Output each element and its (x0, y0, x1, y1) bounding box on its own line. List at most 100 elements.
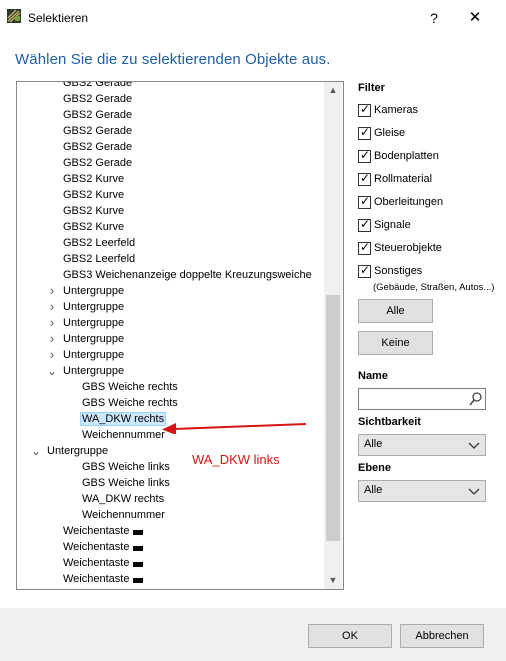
tree-item-label: GBS2 Gerade (63, 141, 133, 153)
checkmark-icon: ✓ (360, 125, 371, 139)
chevron-down-icon[interactable]: ⌄ (46, 363, 58, 379)
visibility-select[interactable]: Alle (358, 434, 486, 456)
tree-item-label: GBS2 Gerade (63, 93, 133, 105)
tree-item[interactable]: Weichentaste (61, 571, 144, 587)
checkbox[interactable]: ✓ (358, 102, 371, 117)
tree-item-label: GBS2 Gerade (63, 125, 133, 137)
chevron-down-icon[interactable]: ⌄ (30, 443, 42, 459)
object-tree[interactable]: GBS2 Gerade GBS2 Gerade GBS2 Gerade GBS2 Ge… (16, 81, 344, 590)
tree-item[interactable]: Weichentaste (61, 523, 144, 539)
scroll-up-icon[interactable]: ▲ (324, 82, 342, 99)
marker-icon (133, 578, 144, 583)
checkmark-icon: ✓ (360, 263, 371, 277)
tree-item-label: GBS2 Leerfeld (63, 253, 136, 265)
tree-item[interactable]: GBS2 Kurve (61, 187, 126, 203)
tree-item-label: Weichentaste (63, 573, 130, 585)
tree-item-label: GBS2 Kurve (63, 173, 125, 185)
checkmark-icon: ✓ (360, 217, 371, 231)
tree-item[interactable]: Weichennummer (80, 427, 167, 443)
filter-checkbox-label: Rollmaterial (374, 173, 433, 185)
tree-item-label: Untergruppe (63, 301, 125, 313)
checkbox[interactable]: ✓ (358, 194, 371, 209)
chevron-right-icon[interactable]: › (46, 347, 58, 363)
tree-item[interactable]: Weichennummer (80, 507, 167, 523)
tree-item[interactable]: WA_DKW rechts (80, 411, 167, 427)
tree-item-label: GBS2 Kurve (63, 205, 125, 217)
layer-value: Alle (364, 484, 383, 496)
tree-item-label: WA_DKW rechts (80, 412, 167, 426)
tree-item[interactable]: › Untergruppe (50, 315, 126, 331)
tree-item-label: Weichennummer (82, 509, 165, 521)
tree-item[interactable]: GBS2 Leerfeld (61, 251, 137, 267)
chevron-right-icon[interactable]: › (46, 299, 58, 315)
tree-item[interactable]: GBS2 Gerade (61, 155, 134, 171)
visibility-label: Sichtbarkeit (358, 416, 421, 428)
tree-item[interactable]: GBS2 Gerade (61, 82, 134, 91)
tree-item-label: Untergruppe (63, 285, 125, 297)
tree-item[interactable]: › Untergruppe (50, 347, 126, 363)
tree-scrollbar[interactable]: ▲ ▼ (324, 82, 342, 589)
filter-title: Filter (358, 82, 385, 94)
layer-select[interactable]: Alle (358, 480, 486, 502)
cancel-button[interactable]: Abbrechen (400, 624, 484, 648)
tree-item[interactable]: GBS2 Kurve (61, 203, 126, 219)
checkmark-icon: ✓ (360, 102, 371, 116)
close-button[interactable]: ✕ (462, 8, 488, 28)
checkbox[interactable]: ✓ (358, 263, 371, 278)
tree-item-label: Weichentaste (63, 557, 130, 569)
filter-note: (Gebäude, Straßen, Autos...) (373, 282, 495, 293)
name-search-input[interactable] (358, 388, 486, 410)
select-none-button[interactable]: Keine (358, 331, 433, 355)
checkbox[interactable]: ✓ (358, 148, 371, 163)
tree-item-label: Weichentaste (63, 541, 130, 553)
filter-checkbox-label: Signale (374, 219, 411, 231)
name-label: Name (358, 370, 388, 382)
tree-item[interactable]: GBS Weiche links (80, 459, 172, 475)
tree-item[interactable]: GBS3 Weichenanzeige doppelte Kreuzungswe… (61, 267, 314, 283)
tree-item[interactable]: ⌄ Untergruppe (47, 363, 126, 379)
checkbox[interactable]: ✓ (358, 171, 371, 186)
filter-checkbox-label: Oberleitungen (374, 196, 444, 208)
chevron-right-icon[interactable]: › (46, 331, 58, 347)
tree-item[interactable]: GBS Weiche rechts (80, 395, 180, 411)
scroll-thumb[interactable] (326, 295, 340, 541)
window-title: Selektieren (28, 11, 89, 25)
instruction-heading: Wählen Sie die zu selektierenden Objekte… (15, 51, 331, 68)
tree-item[interactable]: GBS2 Gerade (61, 107, 134, 123)
tree-item[interactable]: GBS2 Leerfeld (61, 235, 137, 251)
ok-button[interactable]: OK (308, 624, 392, 648)
tree-item[interactable]: › Untergruppe (50, 299, 126, 315)
checkbox[interactable]: ✓ (358, 125, 371, 140)
tree-item[interactable]: GBS2 Gerade (61, 139, 134, 155)
search-icon[interactable] (469, 391, 483, 407)
tree-item[interactable]: GBS Weiche links (80, 475, 172, 491)
checkbox[interactable]: ✓ (358, 217, 371, 232)
tree-item[interactable]: GBS2 Kurve (61, 171, 126, 187)
layer-label: Ebene (358, 462, 392, 474)
tree-item[interactable]: › Untergruppe (50, 331, 126, 347)
marker-icon (133, 562, 144, 567)
tree-item[interactable]: › Untergruppe (50, 283, 126, 299)
help-button[interactable]: ? (422, 8, 446, 28)
tree-item-label: Untergruppe (63, 365, 125, 377)
tree-item[interactable]: GBS2 Gerade (61, 91, 134, 107)
filter-checkbox-label: Steuerobjekte (374, 242, 442, 254)
select-all-button[interactable]: Alle (358, 299, 433, 323)
tree-item-label: GBS Weiche links (82, 461, 170, 473)
tree-item[interactable]: Weichentaste (61, 555, 144, 571)
dialog-footer: OK Abbrechen (0, 608, 506, 661)
tree-item[interactable]: GBS2 Kurve (61, 219, 126, 235)
checkbox[interactable]: ✓ (358, 240, 371, 255)
chevron-right-icon[interactable]: › (46, 283, 58, 299)
scroll-down-icon[interactable]: ▼ (324, 572, 342, 589)
tree-item[interactable]: Weichentaste (61, 539, 144, 555)
tree-item-label: GBS Weiche rechts (82, 397, 178, 409)
tree-item[interactable]: GBS Weiche rechts (80, 379, 180, 395)
tree-item[interactable]: WA_DKW rechts (80, 491, 166, 507)
tree-item-label: GBS3 Weichenanzeige doppelte Kreuzungswe… (63, 269, 312, 281)
tree-item[interactable]: GBS2 Gerade (61, 123, 134, 139)
tree-item[interactable]: ⌄ Untergruppe (31, 443, 110, 459)
tree-item-label: GBS2 Gerade (63, 157, 133, 169)
tree-item-label: Untergruppe (63, 333, 125, 345)
chevron-right-icon[interactable]: › (46, 315, 58, 331)
